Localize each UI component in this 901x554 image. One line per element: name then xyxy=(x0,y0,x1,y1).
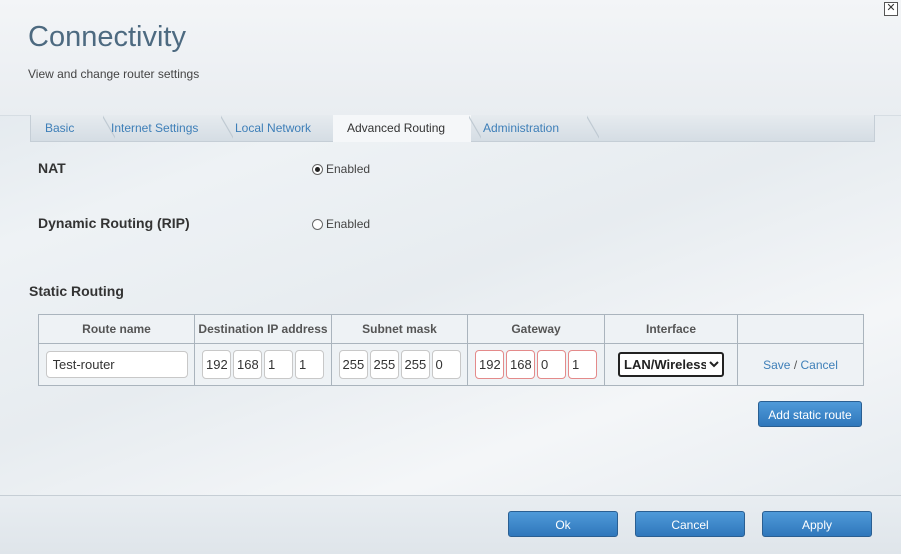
col-actions xyxy=(737,314,864,344)
apply-button[interactable]: Apply xyxy=(762,511,872,537)
destination-cell xyxy=(194,343,332,386)
gateway-octets xyxy=(468,350,604,379)
tab-local-network[interactable]: Local Network xyxy=(221,115,349,141)
close-icon[interactable]: ✕ xyxy=(884,2,898,16)
interface-cell: LAN/Wireless xyxy=(604,343,738,386)
tab-internet-settings[interactable]: Internet Settings xyxy=(97,115,233,141)
actions-cell: Save / Cancel xyxy=(737,343,864,386)
action-separator: / xyxy=(793,357,798,372)
destination-octet-2[interactable] xyxy=(233,350,262,379)
save-link[interactable]: Save xyxy=(763,358,790,372)
cancel-link[interactable]: Cancel xyxy=(801,358,838,372)
col-interface: Interface xyxy=(604,314,738,344)
destination-octet-4[interactable] xyxy=(295,350,324,379)
table-row: LAN/Wireless Save / Cancel xyxy=(38,343,864,386)
rip-enabled-radio[interactable] xyxy=(312,218,323,230)
cancel-button[interactable]: Cancel xyxy=(635,511,745,537)
tab-bar: Basic Internet Settings Local Network Ad… xyxy=(30,115,875,142)
rip-enabled-label: Enabled xyxy=(326,217,371,231)
page-header: Connectivity View and change router sett… xyxy=(0,0,901,116)
gateway-cell xyxy=(467,343,605,386)
gateway-octet-4[interactable] xyxy=(568,350,597,379)
tab-advanced-routing[interactable]: Advanced Routing xyxy=(333,115,481,142)
subnet-cell xyxy=(331,343,468,386)
tab-basic[interactable]: Basic xyxy=(31,115,115,141)
subnet-octets xyxy=(332,350,467,379)
tab-administration[interactable]: Administration xyxy=(469,115,599,141)
nat-radio-row[interactable]: Enabled xyxy=(312,162,370,176)
rip-radio-row[interactable]: Enabled xyxy=(312,217,370,231)
static-routes-table: Route name Destination IP address Subnet… xyxy=(38,314,864,386)
add-static-route-button[interactable]: Add static route xyxy=(758,401,862,427)
interface-select[interactable]: LAN/Wireless xyxy=(618,352,724,377)
static-routing-label: Static Routing xyxy=(29,283,124,299)
destination-octet-3[interactable] xyxy=(264,350,293,379)
page-subtitle: View and change router settings xyxy=(28,67,200,81)
rip-label: Dynamic Routing (RIP) xyxy=(38,215,190,231)
subnet-octet-1[interactable] xyxy=(338,350,368,379)
destination-octets xyxy=(195,350,331,379)
route-name-cell xyxy=(38,343,195,386)
page-title: Connectivity xyxy=(28,21,186,53)
nat-label: NAT xyxy=(38,160,66,176)
gateway-octet-2[interactable] xyxy=(506,350,535,379)
table-header-row: Route name Destination IP address Subnet… xyxy=(38,314,864,344)
subnet-octet-2[interactable] xyxy=(369,350,399,379)
nat-enabled-label: Enabled xyxy=(326,162,371,176)
gateway-octet-3[interactable] xyxy=(537,350,566,379)
subnet-octet-3[interactable] xyxy=(400,350,430,379)
col-route-name: Route name xyxy=(38,314,195,344)
gateway-octet-1[interactable] xyxy=(475,350,504,379)
nat-enabled-radio[interactable] xyxy=(312,163,323,175)
ok-button[interactable]: Ok xyxy=(508,511,618,537)
col-destination-ip: Destination IP address xyxy=(194,314,332,344)
subnet-octet-4[interactable] xyxy=(431,350,461,379)
col-subnet-mask: Subnet mask xyxy=(331,314,468,344)
route-name-input[interactable] xyxy=(45,351,188,378)
destination-octet-1[interactable] xyxy=(202,350,231,379)
col-gateway: Gateway xyxy=(467,314,605,344)
